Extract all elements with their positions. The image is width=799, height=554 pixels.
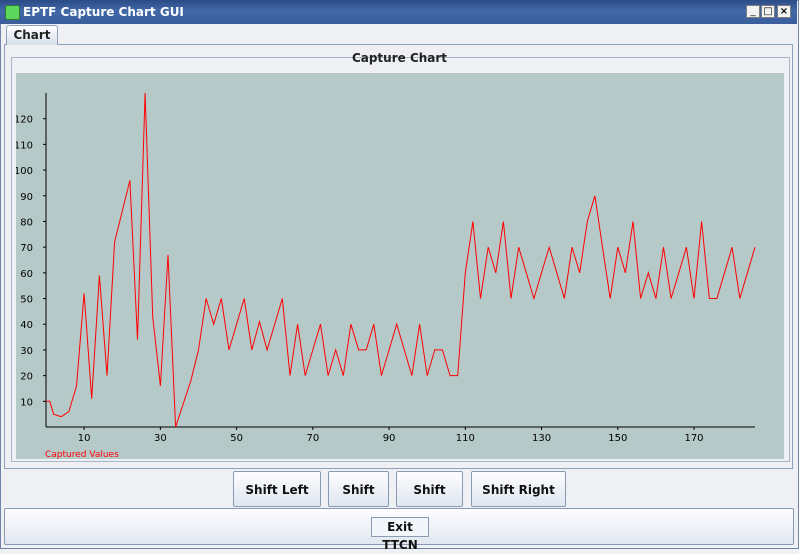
capture-chart: 10 20 30 40 50 60 70 80 90 100 110 120 10 30 50 70 90 110… (14, 92, 756, 460)
x-tick-label: 90 (383, 433, 396, 444)
x-tick-label: 30 (154, 433, 167, 444)
y-tick-label: 80 (20, 217, 33, 228)
y-tick-label: 100 (16, 166, 33, 177)
shift-right-button[interactable]: Shift Right (396, 471, 463, 533)
minimize-button[interactable]: _ (746, 5, 760, 18)
y-tick-label: 10 (20, 397, 33, 408)
x-tick-label: 170 (684, 433, 703, 444)
x-tick-label: 110 (456, 433, 475, 444)
plot-area: 10 20 30 40 50 60 70 80 90 100 110 120 10 30 50 70 90 110… (14, 73, 784, 460)
y-tick-label: 20 (20, 372, 33, 383)
x-tick-label: 70 (306, 433, 319, 444)
y-tick-label: 30 (20, 346, 33, 357)
chart-panel-title: Capture Chart (351, 51, 448, 65)
title-bar[interactable]: EPTF Capture Chart GUI _ □ × (0, 0, 797, 24)
close-button[interactable]: × (777, 5, 791, 18)
x-tick-label: 10 (78, 433, 91, 444)
x-tick-label: 50 (230, 433, 243, 444)
legend-label: Captured Values (45, 450, 119, 459)
maximize-button[interactable]: □ (761, 5, 775, 18)
shift-right-fast-button[interactable]: Shift Right Fast (471, 471, 566, 533)
x-tick-label: 150 (608, 433, 627, 444)
y-tick-label: 90 (20, 192, 33, 203)
y-tick-label: 40 (20, 320, 33, 331)
window-title: EPTF Capture Chart GUI (23, 5, 184, 19)
y-tick-label: 70 (20, 243, 33, 254)
shift-left-button[interactable]: Shift Left (328, 471, 389, 533)
y-tick-label: 50 (20, 295, 33, 306)
app-icon (5, 5, 20, 20)
exit-ttcn-button[interactable]: Exit TTCN (371, 517, 429, 552)
y-tick-label: 60 (20, 269, 33, 280)
y-tick-label: 110 (16, 140, 33, 151)
shift-left-fast-button[interactable]: Shift Left Fast (233, 471, 321, 533)
series-line-0 (46, 92, 756, 428)
tab-chart[interactable]: Chart (6, 25, 58, 45)
y-tick-label: 120 (16, 115, 33, 126)
x-tick-label: 130 (532, 433, 551, 444)
